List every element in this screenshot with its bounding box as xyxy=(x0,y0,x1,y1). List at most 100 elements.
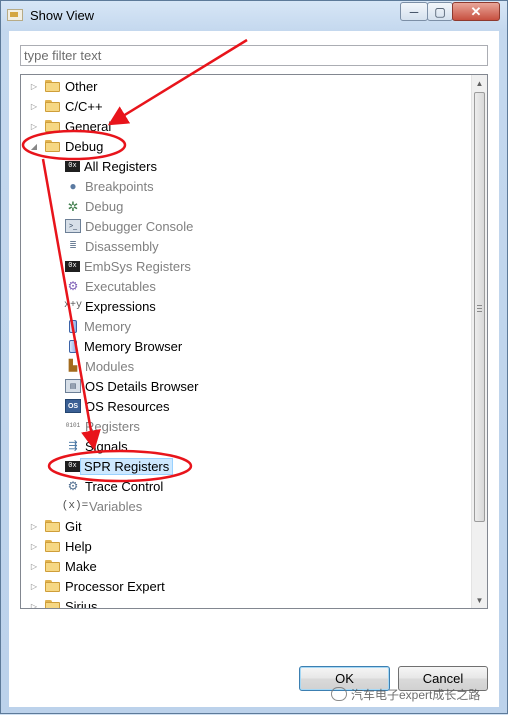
tree-item-label: Debugger Console xyxy=(85,218,194,234)
scroll-down-button[interactable]: ▼ xyxy=(472,592,487,608)
tree-item-memory[interactable]: Memory xyxy=(65,316,131,336)
tree-item-embsys-registers[interactable]: 0x EmbSys Registers xyxy=(65,256,191,276)
tree-item-label: Debug xyxy=(85,198,124,214)
tree-item-spr-registers[interactable]: 0x SPR Registers xyxy=(65,456,174,476)
tree-category-debug[interactable]: ◢ Debug xyxy=(30,136,103,156)
folder-icon xyxy=(45,80,62,92)
scroll-up-arrow-icon: ▲ xyxy=(475,78,484,88)
title-bar[interactable]: Show View ─ ▢ ✕ xyxy=(1,1,507,31)
watermark-text: 汽车电子expert成长之路 xyxy=(351,687,481,702)
show-view-dialog: Show View ─ ▢ ✕ ▲ ▼ ▷ Other ▷ C/C++ ▷ General… xyxy=(0,0,508,714)
variables-icon: (x)= xyxy=(61,499,89,512)
tree-category-make[interactable]: ▷ Make xyxy=(30,556,97,576)
tree-item-label: Modules xyxy=(85,358,135,374)
os-resources-icon: OS xyxy=(65,399,81,413)
tree-item-os-details-browser[interactable]: ▤ OS Details Browser xyxy=(65,376,198,396)
disassembly-icon: ≣ xyxy=(69,240,77,251)
tree-item-signals[interactable]: ⇶ Signals xyxy=(65,436,128,456)
tree-category-c-c-[interactable]: ▷ C/C++ xyxy=(30,96,103,116)
tree-item-label: EmbSys Registers xyxy=(84,258,191,274)
tree-item-label: Executables xyxy=(85,278,156,294)
scroll-down-arrow-icon: ▼ xyxy=(475,595,484,605)
binary-registers-icon: 0101 xyxy=(65,422,81,429)
folder-icon xyxy=(45,580,62,592)
expanded-arrow-icon[interactable]: ◢ xyxy=(30,136,38,156)
tree-category-label: Git xyxy=(65,518,82,534)
tree-category-help[interactable]: ▷ Help xyxy=(30,536,92,556)
tree-item-memory-browser[interactable]: Memory Browser xyxy=(65,336,182,356)
view-tree[interactable]: ▲ ▼ ▷ Other ▷ C/C++ ▷ General ◢ Debug 0x All Regi… xyxy=(20,74,488,609)
folder-icon xyxy=(45,120,62,132)
maximize-icon: ▢ xyxy=(434,4,446,19)
tree-item-label: Variables xyxy=(89,498,143,514)
folder-icon xyxy=(45,540,62,552)
wechat-logo-icon xyxy=(331,687,347,701)
tree-category-label: General xyxy=(65,118,112,134)
executables-icon: ⚙ xyxy=(67,279,79,293)
tree-category-general[interactable]: ▷ General xyxy=(30,116,111,136)
debug-bug-icon: ✲ xyxy=(67,198,79,214)
minimize-icon: ─ xyxy=(409,4,419,19)
collapsed-arrow-icon[interactable]: ▷ xyxy=(30,96,38,116)
tree-item-executables[interactable]: ⚙ Executables xyxy=(65,276,156,296)
collapsed-arrow-icon[interactable]: ▷ xyxy=(30,576,38,596)
collapsed-arrow-icon[interactable]: ▷ xyxy=(30,556,38,576)
tree-item-label: Expressions xyxy=(85,298,156,314)
scrollbar-thumb[interactable] xyxy=(474,92,485,522)
tree-item-label: Disassembly xyxy=(85,238,159,254)
folder-icon xyxy=(45,600,62,608)
expressions-icon: x+y xyxy=(64,300,83,311)
collapsed-arrow-icon[interactable]: ▷ xyxy=(30,596,38,609)
filter-field[interactable] xyxy=(20,45,488,66)
collapsed-arrow-icon[interactable]: ▷ xyxy=(30,536,38,556)
tree-category-git[interactable]: ▷ Git xyxy=(30,516,82,536)
filter-input[interactable] xyxy=(21,46,487,65)
tree-category-label: Other xyxy=(65,78,98,94)
tree-category-other[interactable]: ▷ Other xyxy=(30,76,98,96)
tree-category-sirius[interactable]: ▷ Sirius xyxy=(30,596,98,609)
registers-icon: 0x xyxy=(65,460,80,472)
tree-item-label: Signals xyxy=(85,438,128,454)
tree-item-label: OS Details Browser xyxy=(85,378,199,394)
tree-category-label: Processor Expert xyxy=(65,578,165,594)
tree-item-label: Registers xyxy=(85,418,140,434)
breakpoints-icon: ● xyxy=(69,179,77,193)
close-icon: ✕ xyxy=(470,3,482,19)
collapsed-arrow-icon[interactable]: ▷ xyxy=(30,516,38,536)
registers-icon: 0x xyxy=(65,260,80,272)
collapsed-arrow-icon[interactable]: ▷ xyxy=(30,116,38,136)
tree-item-label: All Registers xyxy=(84,158,157,174)
tree-category-label: Make xyxy=(65,558,97,574)
registers-icon: 0x xyxy=(65,160,80,172)
tree-category-label: C/C++ xyxy=(65,98,103,114)
tree-category-label: Sirius xyxy=(65,598,98,609)
memory-icon xyxy=(69,339,77,353)
tree-item-label: Memory xyxy=(84,318,131,334)
tree-item-debug[interactable]: ✲ Debug xyxy=(65,196,124,216)
tree-item-variables[interactable]: (x)= Variables xyxy=(61,496,143,516)
tree-item-all-registers[interactable]: 0x All Registers xyxy=(65,156,157,176)
scroll-up-button[interactable]: ▲ xyxy=(472,75,487,91)
tree-item-label: SPR Registers xyxy=(80,457,174,475)
tree-item-disassembly[interactable]: ≣ Disassembly xyxy=(65,236,159,256)
tree-item-expressions[interactable]: x+y Expressions xyxy=(64,296,156,316)
tree-item-trace-control[interactable]: ⚙ Trace Control xyxy=(65,476,164,496)
tree-category-processor-expert[interactable]: ▷ Processor Expert xyxy=(30,576,165,596)
close-button[interactable]: ✕ xyxy=(452,2,500,21)
watermark: 汽车电子expert成长之路 xyxy=(331,684,508,704)
tree-item-debugger-console[interactable]: >_ Debugger Console xyxy=(65,216,193,236)
vertical-scrollbar[interactable]: ▲ ▼ xyxy=(471,75,487,608)
tree-category-label: Debug xyxy=(65,138,104,154)
collapsed-arrow-icon[interactable]: ▷ xyxy=(30,76,38,96)
tree-item-label: Breakpoints xyxy=(85,178,154,194)
grip-icon xyxy=(477,305,482,312)
folder-icon xyxy=(45,140,62,152)
folder-icon xyxy=(45,560,62,572)
tree-item-breakpoints[interactable]: ● Breakpoints xyxy=(65,176,154,196)
tree-item-registers[interactable]: 0101 Registers xyxy=(65,416,140,436)
tree-item-label: OS Resources xyxy=(85,398,170,414)
minimize-button[interactable]: ─ xyxy=(400,2,428,21)
maximize-button[interactable]: ▢ xyxy=(427,2,453,21)
tree-item-modules[interactable]: ▙ Modules xyxy=(65,356,134,376)
tree-item-os-resources[interactable]: OS OS Resources xyxy=(65,396,170,416)
